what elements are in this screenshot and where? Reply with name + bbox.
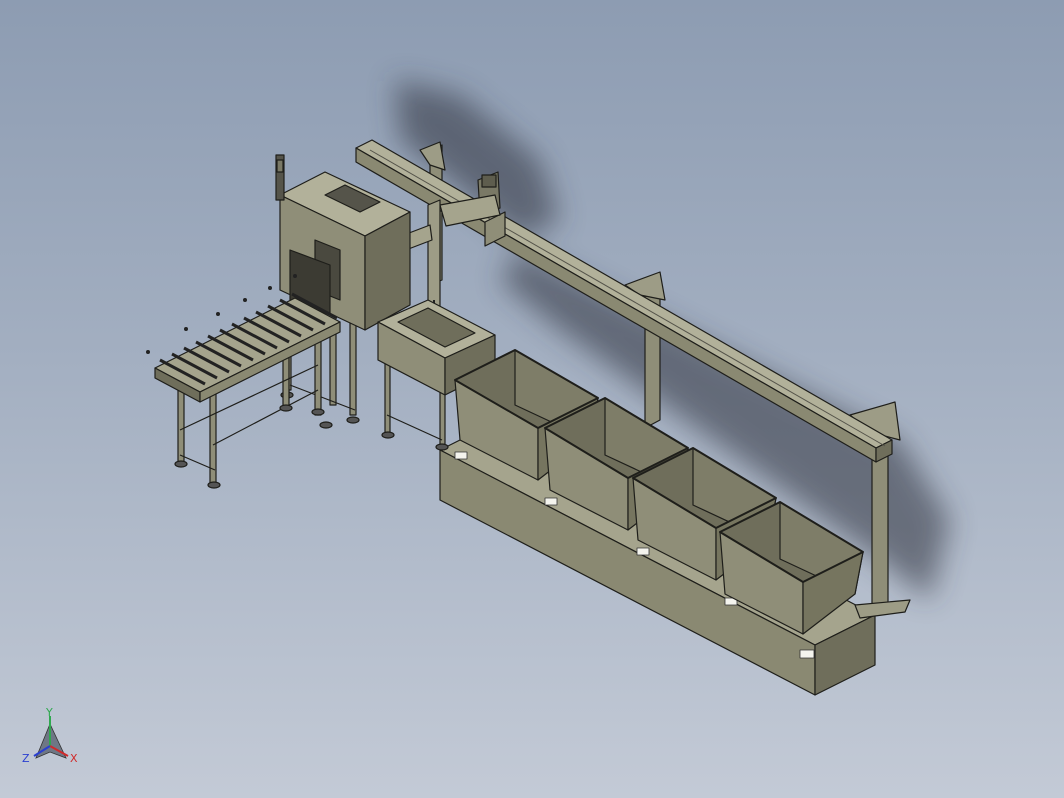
x-axis-label: X xyxy=(70,752,78,765)
y-axis-label: Y xyxy=(45,706,53,719)
graphics-viewport[interactable]: Y X Z xyxy=(0,0,1064,798)
view-orientation-triad[interactable]: Y X Z xyxy=(22,706,78,765)
z-axis-label: Z xyxy=(22,752,30,765)
roller-conveyor[interactable] xyxy=(146,274,341,489)
cad-model-view[interactable]: Y X Z xyxy=(0,0,1064,798)
